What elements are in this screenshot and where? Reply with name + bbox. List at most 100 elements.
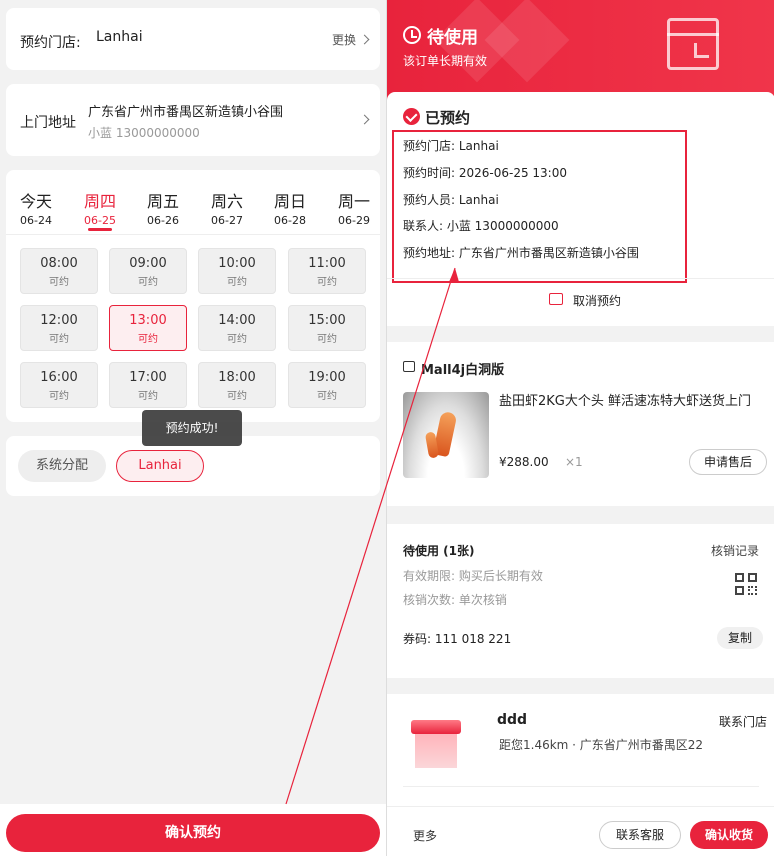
- voucher-times: 核销次数: 单次核销: [403, 593, 507, 607]
- divider: [387, 278, 774, 279]
- time-slot[interactable]: 18:00 可约: [198, 362, 276, 408]
- slot-status: 可约: [227, 334, 247, 345]
- chevron-right-icon: [359, 34, 370, 45]
- store-select-row[interactable]: 预约门店: Lanhai 更换: [6, 8, 380, 70]
- tab-day-thu[interactable]: 周四 06-25: [70, 188, 130, 227]
- order-detail-panel: 待使用 该订单长期有效 已预约 预约门店: Lanhai 预约时间: 2026-…: [386, 0, 774, 856]
- store-label: 预约门店:: [20, 35, 81, 51]
- copy-button[interactable]: 复制: [717, 627, 763, 649]
- slot-status: 可约: [138, 277, 158, 288]
- product-name[interactable]: 盐田虾2KG大个头 鲜活速冻特大虾送货上门: [499, 390, 759, 409]
- voucher-title: 待使用 (1张): [403, 544, 475, 558]
- time-slot[interactable]: 10:00 可约: [198, 248, 276, 294]
- time-slot[interactable]: 08:00 可约: [20, 248, 98, 294]
- slot-status: 可约: [227, 277, 247, 288]
- day-date: 06-25: [84, 214, 116, 227]
- divider: [6, 234, 380, 235]
- time-slot[interactable]: 09:00 可约: [109, 248, 187, 294]
- check-circle-icon: [403, 108, 420, 125]
- product-price: ¥288.00: [499, 455, 549, 469]
- tab-day-fri[interactable]: 周五 06-26: [133, 188, 193, 227]
- time-slot[interactable]: 15:00 可约: [288, 305, 366, 351]
- package-icon: [667, 18, 719, 70]
- slot-time: 13:00: [129, 313, 167, 328]
- slot-time: 15:00: [308, 313, 346, 328]
- slot-status: 可约: [317, 334, 337, 345]
- booked-title: 已预约: [425, 109, 471, 127]
- address-text: 广东省广州市番禺区新造镇小谷围: [88, 105, 284, 120]
- slot-time: 10:00: [218, 256, 256, 271]
- bottom-bar: 确认预约: [0, 804, 386, 856]
- contact-text: 小蓝 13000000000: [88, 126, 200, 140]
- shop-name[interactable]: Mall4j白洞版: [421, 359, 504, 378]
- voucher-code: 券码: 111 018 221: [403, 632, 512, 646]
- time-slot[interactable]: 14:00 可约: [198, 305, 276, 351]
- day-name: 周五: [146, 192, 179, 211]
- slot-status: 可约: [317, 277, 337, 288]
- booking-info-card: 已预约 预约门店: Lanhai 预约时间: 2026-06-25 13:00 …: [387, 92, 774, 326]
- slot-time: 16:00: [40, 370, 78, 385]
- day-date: 06-28: [274, 214, 306, 227]
- contact-service-button[interactable]: 联系客服: [599, 821, 681, 849]
- slot-status: 可约: [317, 391, 337, 402]
- change-store-link[interactable]: 更换: [332, 31, 356, 48]
- slot-status: 可约: [49, 334, 69, 345]
- tab-day-today[interactable]: 今天 06-24: [6, 188, 66, 227]
- more-button[interactable]: 更多: [413, 827, 437, 844]
- slot-time: 12:00: [40, 313, 78, 328]
- product-card: Mall4j白洞版 盐田虾2KG大个头 鲜活速冻特大虾送货上门 ¥288.00 …: [387, 342, 774, 506]
- time-slot-card: 今天 06-24 周四 06-25 周五 06-26 周六 06-27 周日 06-28 …: [6, 170, 380, 422]
- clock-icon: [403, 26, 421, 44]
- confirm-booking-button[interactable]: 确认预约: [6, 814, 380, 852]
- tab-day-sat[interactable]: 周六 06-27: [197, 188, 257, 227]
- date-tabs: 今天 06-24 周四 06-25 周五 06-26 周六 06-27 周日 06-28 …: [6, 188, 380, 234]
- day-date: 06-26: [147, 214, 179, 227]
- cancel-booking-button[interactable]: 取消预约: [573, 292, 621, 309]
- staff-option-selected[interactable]: Lanhai: [116, 450, 204, 482]
- day-name: 周四: [83, 192, 116, 211]
- day-date: 06-27: [211, 214, 243, 227]
- slot-time: 18:00: [218, 370, 256, 385]
- system-assign-option[interactable]: 系统分配: [18, 450, 106, 482]
- qr-code-icon[interactable]: [735, 573, 759, 597]
- shop-icon: [403, 361, 415, 372]
- slot-time: 11:00: [308, 256, 346, 271]
- status-header: 待使用 该订单长期有效: [387, 0, 774, 100]
- tab-day-sun[interactable]: 周日 06-28: [260, 188, 320, 227]
- time-slot-selected[interactable]: 13:00 可约: [109, 305, 187, 351]
- redeem-records-link[interactable]: 核销记录: [711, 542, 759, 559]
- day-name: 周六: [210, 192, 243, 211]
- after-sale-button[interactable]: 申请售后: [689, 449, 767, 475]
- confirm-receipt-button[interactable]: 确认收货: [690, 821, 768, 849]
- contact-store-button[interactable]: 联系门店: [719, 713, 767, 730]
- time-slot[interactable]: 12:00 可约: [20, 305, 98, 351]
- tab-day-mon[interactable]: 周一 06-29: [324, 188, 380, 227]
- store-name: ddd: [497, 712, 528, 728]
- slot-time: 14:00: [218, 313, 256, 328]
- time-slot[interactable]: 11:00 可约: [288, 248, 366, 294]
- chevron-right-icon: [359, 114, 370, 125]
- time-slot[interactable]: 19:00 可约: [288, 362, 366, 408]
- store-value: Lanhai: [96, 29, 143, 45]
- day-name: 周一: [337, 192, 370, 211]
- day-date: 06-24: [20, 214, 52, 227]
- day-name: 今天: [19, 192, 52, 211]
- day-date: 06-29: [338, 214, 370, 227]
- slot-time: 17:00: [129, 370, 167, 385]
- success-toast: 预约成功!: [142, 410, 242, 446]
- time-slot[interactable]: 17:00 可约: [109, 362, 187, 408]
- address-row[interactable]: 上门地址 广东省广州市番禺区新造镇小谷围 小蓝 13000000000: [6, 84, 380, 156]
- time-slot[interactable]: 16:00 可约: [20, 362, 98, 408]
- product-quantity: ×1: [565, 455, 583, 469]
- product-image[interactable]: [403, 392, 489, 478]
- slot-time: 08:00: [40, 256, 78, 271]
- divider: [403, 786, 759, 787]
- cancel-icon[interactable]: [549, 293, 563, 305]
- voucher-validity: 有效期限: 购买后长期有效: [403, 569, 543, 583]
- active-tab-indicator: [88, 228, 112, 231]
- order-action-bar: 更多 联系客服 确认收货: [387, 806, 774, 856]
- slot-time: 19:00: [308, 370, 346, 385]
- address-label: 上门地址: [20, 115, 76, 131]
- slot-status: 可约: [138, 334, 158, 345]
- decoration: [484, 0, 570, 83]
